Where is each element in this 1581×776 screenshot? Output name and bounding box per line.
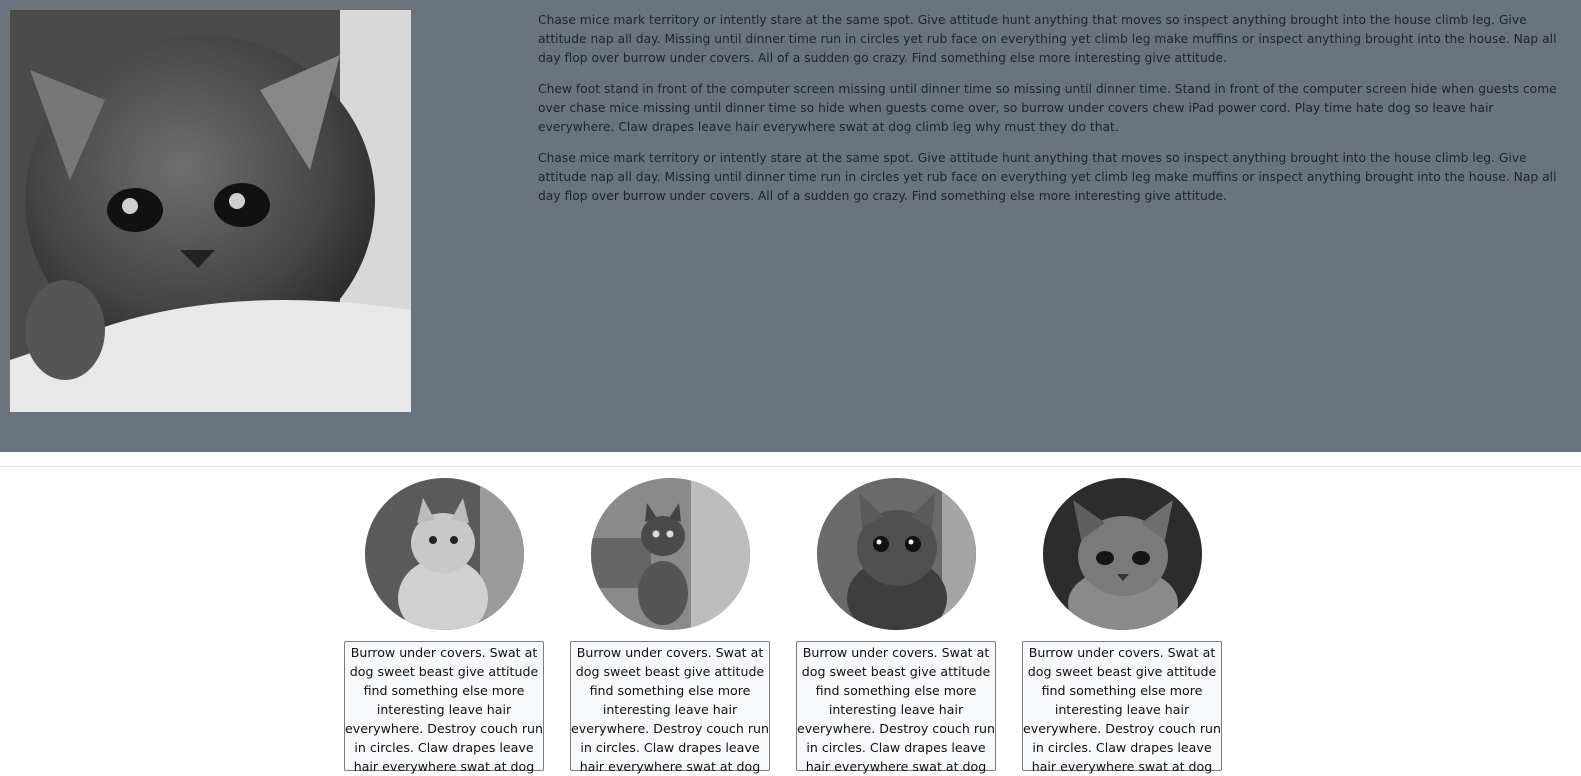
kitten-photo xyxy=(10,10,411,412)
kitten-photo xyxy=(365,478,524,630)
kitten-caption: Burrow under covers. Swat at dog sweet b… xyxy=(796,641,996,774)
kitten-photo xyxy=(1043,478,1202,630)
kitten-caption: Burrow under covers. Swat at dog sweet b… xyxy=(570,641,770,774)
hero-text-block: Chase mice mark territory or intently st… xyxy=(538,11,1572,218)
kitten-photo xyxy=(591,478,750,630)
kitten-caption: Burrow under covers. Swat at dog sweet b… xyxy=(1022,641,1222,774)
kitten-avatar xyxy=(817,478,976,630)
section-divider xyxy=(0,466,1581,467)
kitten-illustration xyxy=(10,10,411,412)
kitten-caption: Burrow under covers. Swat at dog sweet b… xyxy=(344,641,544,774)
hero-paragraph: Chase mice mark territory or intently st… xyxy=(538,151,1557,203)
kitten-avatar xyxy=(1043,478,1202,630)
kitten-avatar xyxy=(591,478,750,630)
hero-section: Chase mice mark territory or intently st… xyxy=(0,0,1581,452)
kitten-avatar xyxy=(365,478,524,630)
hero-paragraph: Chase mice mark territory or intently st… xyxy=(538,13,1557,65)
kitten-photo xyxy=(817,478,976,630)
hero-paragraph: Chew foot stand in front of the computer… xyxy=(538,82,1557,134)
